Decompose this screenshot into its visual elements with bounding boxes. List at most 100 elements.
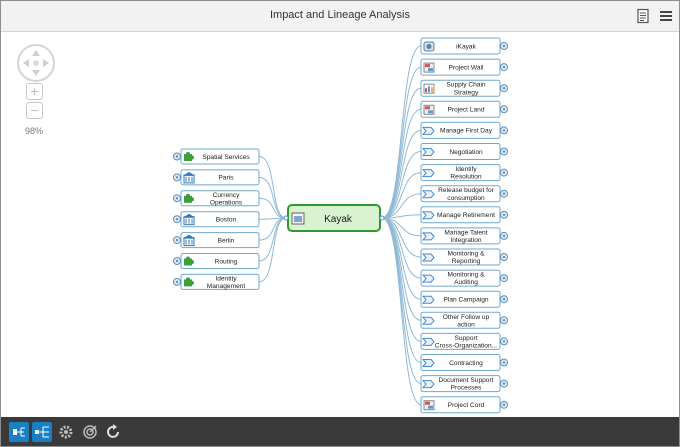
right-expand-button[interactable] <box>500 316 508 325</box>
left-expand-button[interactable] <box>173 173 181 182</box>
right-expand-button[interactable] <box>500 231 508 240</box>
pan-control[interactable] <box>17 44 55 82</box>
node-label: Contracting <box>449 360 483 367</box>
impact-analysis-window: Impact and Lineage Analysis Spatial Serv… <box>0 0 680 447</box>
node-label: Negotiation <box>449 149 483 156</box>
right-expand-button[interactable] <box>500 253 508 261</box>
right-node[interactable]: Project Wall <box>420 58 501 76</box>
layout-tree-icon <box>35 426 49 438</box>
right-node[interactable]: Other Follow up action <box>420 311 501 329</box>
left-node[interactable]: Identity Management <box>180 273 260 290</box>
focus-button[interactable] <box>80 422 100 442</box>
center-port-left <box>283 215 289 221</box>
left-expand-button[interactable] <box>173 215 181 224</box>
edge <box>381 108 422 219</box>
right-node[interactable]: Supply Chain Strategy <box>420 79 501 97</box>
right-node[interactable]: Manage Retirement <box>420 206 501 224</box>
target-icon <box>83 425 97 439</box>
right-expand-button[interactable] <box>500 42 508 50</box>
node-label: Project Land <box>447 107 484 114</box>
node-label: Currency Operations <box>210 192 243 207</box>
document-icon[interactable] <box>635 8 651 24</box>
right-expand-button[interactable] <box>500 189 508 198</box>
lineage-graph: Spatial Services Paris Currency Operations B… <box>173 37 508 414</box>
right-expand-button[interactable] <box>500 295 508 304</box>
right-expand-button[interactable] <box>500 274 508 283</box>
left-expand-button[interactable] <box>173 194 181 203</box>
menu-icon[interactable] <box>658 8 674 24</box>
right-node[interactable]: iKayak <box>420 37 501 55</box>
title-bar: Impact and Lineage Analysis <box>1 1 679 32</box>
window-title: Impact and Lineage Analysis <box>269 9 411 21</box>
right-expand-button[interactable] <box>500 337 508 346</box>
right-node[interactable]: Contracting <box>420 354 501 371</box>
settings-button[interactable] <box>56 422 76 442</box>
right-expand-button[interactable] <box>500 126 508 135</box>
right-node[interactable]: Project Cord <box>420 396 501 414</box>
right-node[interactable]: Manage First Day <box>420 121 501 139</box>
right-node[interactable]: Document Support Processes <box>420 375 501 393</box>
node-label: Spatial Services <box>202 154 250 161</box>
zoom-out-button[interactable]: − <box>26 102 43 119</box>
edge <box>258 156 287 219</box>
center-node[interactable]: Kayak <box>287 204 381 232</box>
left-node[interactable]: Currency Operations <box>180 190 260 207</box>
node-label: Manage First Day <box>440 128 493 135</box>
layout-left-icon <box>13 427 25 437</box>
right-expand-button[interactable] <box>500 63 508 72</box>
node-label: Berlin <box>218 237 235 244</box>
center-port-right <box>379 215 385 221</box>
project-icon <box>423 62 435 73</box>
right-expand-button[interactable] <box>500 168 508 177</box>
graph-canvas[interactable]: Spatial Services Paris Currency Operations B… <box>1 32 679 416</box>
right-node[interactable]: Project Land <box>420 100 501 118</box>
edge <box>258 217 287 283</box>
right-expand-button[interactable] <box>500 400 508 409</box>
right-expand-button[interactable] <box>500 210 508 219</box>
right-node[interactable]: Release budget for consumption <box>420 185 501 203</box>
right-expand-button[interactable] <box>500 379 508 388</box>
refresh-icon <box>107 424 119 438</box>
bottom-toolbar <box>1 417 679 446</box>
right-node[interactable]: Negotiation <box>420 143 501 160</box>
pan-arrows-icon <box>23 50 49 76</box>
left-node[interactable]: Berlin <box>180 232 260 249</box>
left-node[interactable]: Boston <box>180 211 260 228</box>
node-label: Routing <box>215 258 238 265</box>
right-node[interactable]: Manage Talent Integration <box>420 227 501 245</box>
edge <box>381 172 422 219</box>
right-expand-button[interactable] <box>500 84 508 93</box>
right-node[interactable]: Monitoring & Auditing <box>420 269 501 287</box>
left-expand-button[interactable] <box>173 236 181 245</box>
node-label: Monitoring & Reporting <box>447 251 485 266</box>
left-expand-button[interactable] <box>173 152 181 161</box>
edge <box>381 217 422 406</box>
layout-left-button[interactable] <box>9 422 29 442</box>
right-node[interactable]: Identify Resolution <box>420 164 501 182</box>
node-label: Manage Retirement <box>437 212 495 219</box>
right-node[interactable]: Plan Campaign <box>420 290 501 308</box>
minus-icon: − <box>30 102 39 118</box>
right-node[interactable]: Monitoring & Reporting <box>420 248 501 266</box>
node-label: Manage Talent Integration <box>444 229 487 244</box>
node-label: Project Wall <box>449 64 484 71</box>
edge <box>381 217 422 363</box>
project-icon <box>423 400 435 411</box>
layout-tree-button[interactable] <box>32 422 52 442</box>
left-expand-button[interactable] <box>173 257 181 265</box>
right-expand-button[interactable] <box>500 105 508 114</box>
right-node[interactable]: Support Cross-Organization... <box>420 332 501 350</box>
app-icon <box>423 41 435 52</box>
left-node[interactable]: Paris <box>180 169 260 186</box>
center-node-label: Kayak <box>324 214 353 225</box>
edge <box>258 197 287 219</box>
zoom-level: 98% <box>24 126 43 136</box>
left-node[interactable]: Spatial Services <box>180 148 260 165</box>
zoom-in-button[interactable]: + <box>26 83 43 100</box>
right-expand-button[interactable] <box>500 147 508 156</box>
left-node[interactable]: Routing <box>180 253 260 269</box>
strategy-icon <box>423 83 435 94</box>
left-expand-button[interactable] <box>173 277 181 286</box>
right-expand-button[interactable] <box>500 358 508 367</box>
refresh-button[interactable] <box>103 422 123 442</box>
